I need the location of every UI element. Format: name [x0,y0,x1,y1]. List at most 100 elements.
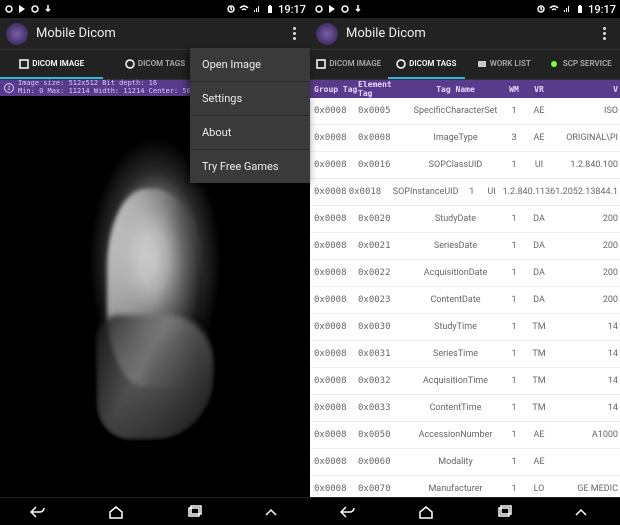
tab-label: DICOM TAGS [409,59,456,68]
cell-element: 0x0060 [358,457,408,467]
cell-vr: AE [525,430,553,440]
tab-label: SCP SERVICE [563,59,612,68]
nav-home[interactable] [98,503,134,521]
tab-dicom-image[interactable]: DICOM IMAGE [310,50,388,79]
table-row[interactable]: 0x00080x0022AcquisitionDate1DA200 [310,260,620,287]
cell-wm: 1 [503,376,525,386]
cell-wm: 1 [503,403,525,413]
status-bar: 19:17 [0,0,310,18]
tab-dicom-tags[interactable]: DICOM TAGS [388,50,466,79]
info-line2: Min: 0 Max: 11214 Width: 11214 Center: 5… [18,88,199,96]
table-row[interactable]: 0x00080x0032AcquisitionTime1TM14 [310,368,620,395]
menu-try-free-games[interactable]: Try Free Games [190,150,310,183]
nav-home[interactable] [408,503,444,521]
table-header-row: Group Tag Element Tag Tag Name WM VR V [310,80,620,98]
cell-group: 0x0008 [310,241,358,251]
notification-icon [4,4,14,14]
tab-label: WORK LIST [490,59,531,68]
nav-back[interactable] [21,503,57,521]
cell-element: 0x0021 [358,241,408,251]
cell-value: ORIGINAL\PI [553,133,620,143]
overflow-button[interactable] [594,24,614,44]
nav-recents[interactable] [486,503,522,521]
menu-about[interactable]: About [190,116,310,150]
nav-recents[interactable] [176,503,212,521]
cell-tagname: AcquisitionTime [408,376,503,386]
cell-tagname: ImageType [408,133,503,143]
app-title: Mobile Dicom [346,26,426,41]
cell-group: 0x0008 [310,457,358,467]
cell-wm: 1 [503,457,525,467]
dicom-tags-table[interactable]: Group Tag Element Tag Tag Name WM VR V 0… [310,80,620,497]
table-row[interactable]: 0x00080x0008ImageType3AEORIGINAL\PI [310,125,620,152]
cell-value: 200 [553,295,620,305]
cell-vr: DA [525,241,553,251]
cell-group: 0x0008 [310,295,358,305]
table-row[interactable]: 0x00080x0031SeriesTime1TM14 [310,341,620,368]
cell-element: 0x0016 [358,160,408,170]
info-icon [125,59,135,69]
nav-bar [0,497,310,525]
cell-tagname: SpecificCharacterSet [408,106,503,116]
tab-scp-service[interactable]: SCP SERVICE [543,50,620,79]
playstore-icon [17,4,27,14]
phone-left: 19:17 Mobile Dicom DICOM IMAGE DICOM TAG… [0,0,310,525]
cell-group: 0x0008 [310,322,358,332]
table-row[interactable]: 0x00080x0005SpecificCharacterSet1AEISO [310,98,620,125]
nav-menu[interactable] [253,503,289,521]
wifi-icon [239,4,249,14]
table-row[interactable]: 0x00080x0033ContentTime1TM14 [310,395,620,422]
worklist-icon [477,59,487,69]
table-row[interactable]: 0x00080x0070Manufacturer1LOGE MEDIC [310,476,620,497]
col-header-element: Element Tag [358,80,408,98]
table-row[interactable]: 0x00080x0020StudyDate1DA200 [310,206,620,233]
table-row[interactable]: 0x00080x0050AccessionNumber1AEA1000 [310,422,620,449]
cell-element: 0x0050 [358,430,408,440]
table-row[interactable]: 0x00080x0023ContentDate1DA200 [310,287,620,314]
cell-tagname: ContentDate [408,295,503,305]
col-header-vr: VR [525,85,553,94]
table-row[interactable]: 0x00080x0030StudyTime1TM14 [310,314,620,341]
image-icon [316,59,326,69]
nav-back[interactable] [331,503,367,521]
table-row[interactable]: 0x00080x0018SOPInstanceUID1UI1.2.840.113… [310,179,620,206]
menu-settings[interactable]: Settings [190,82,310,116]
sync-icon [340,4,350,14]
tab-dicom-image[interactable]: DICOM IMAGE [0,50,103,79]
cell-element: 0x0005 [358,106,408,116]
cell-vr: TM [525,376,553,386]
cell-element: 0x0023 [358,295,408,305]
alarm-icon [536,4,546,14]
table-row[interactable]: 0x00080x0016SOPClassUID1UI1.2.840.100 [310,152,620,179]
cell-vr: UI [525,160,553,170]
nav-menu[interactable] [563,503,599,521]
cell-element: 0x0018 [349,187,388,197]
cell-group: 0x0008 [310,349,358,359]
col-header-value: V [553,85,620,94]
overflow-menu: Open Image Settings About Try Free Games [190,48,310,183]
signal-icon [562,4,572,14]
cell-wm: 1 [503,214,525,224]
cell-value: 200 [553,268,620,278]
cell-vr: DA [525,268,553,278]
app-icon [6,23,28,45]
cell-wm: 1 [503,160,525,170]
image-icon [19,59,29,69]
phone-right: 19:17 Mobile Dicom DICOM IMAGE DICOM TAG… [310,0,620,525]
tab-work-list[interactable]: WORK LIST [465,50,543,79]
cell-element: 0x0030 [358,322,408,332]
cell-tagname: StudyDate [408,214,503,224]
menu-open-image[interactable]: Open Image [190,48,310,82]
cell-wm: 3 [503,133,525,143]
wifi-icon [549,4,559,14]
table-row[interactable]: 0x00080x0021SeriesDate1DA200 [310,233,620,260]
cell-value: 14 [553,403,620,413]
cell-tagname: SeriesDate [408,241,503,251]
table-row[interactable]: 0x00080x0060Modality1AE [310,449,620,476]
cell-value: 14 [553,376,620,386]
info-icon [396,59,406,69]
app-icon [316,23,338,45]
cell-wm: 1 [503,106,525,116]
overflow-button[interactable] [284,24,304,44]
cell-wm: 1 [503,268,525,278]
